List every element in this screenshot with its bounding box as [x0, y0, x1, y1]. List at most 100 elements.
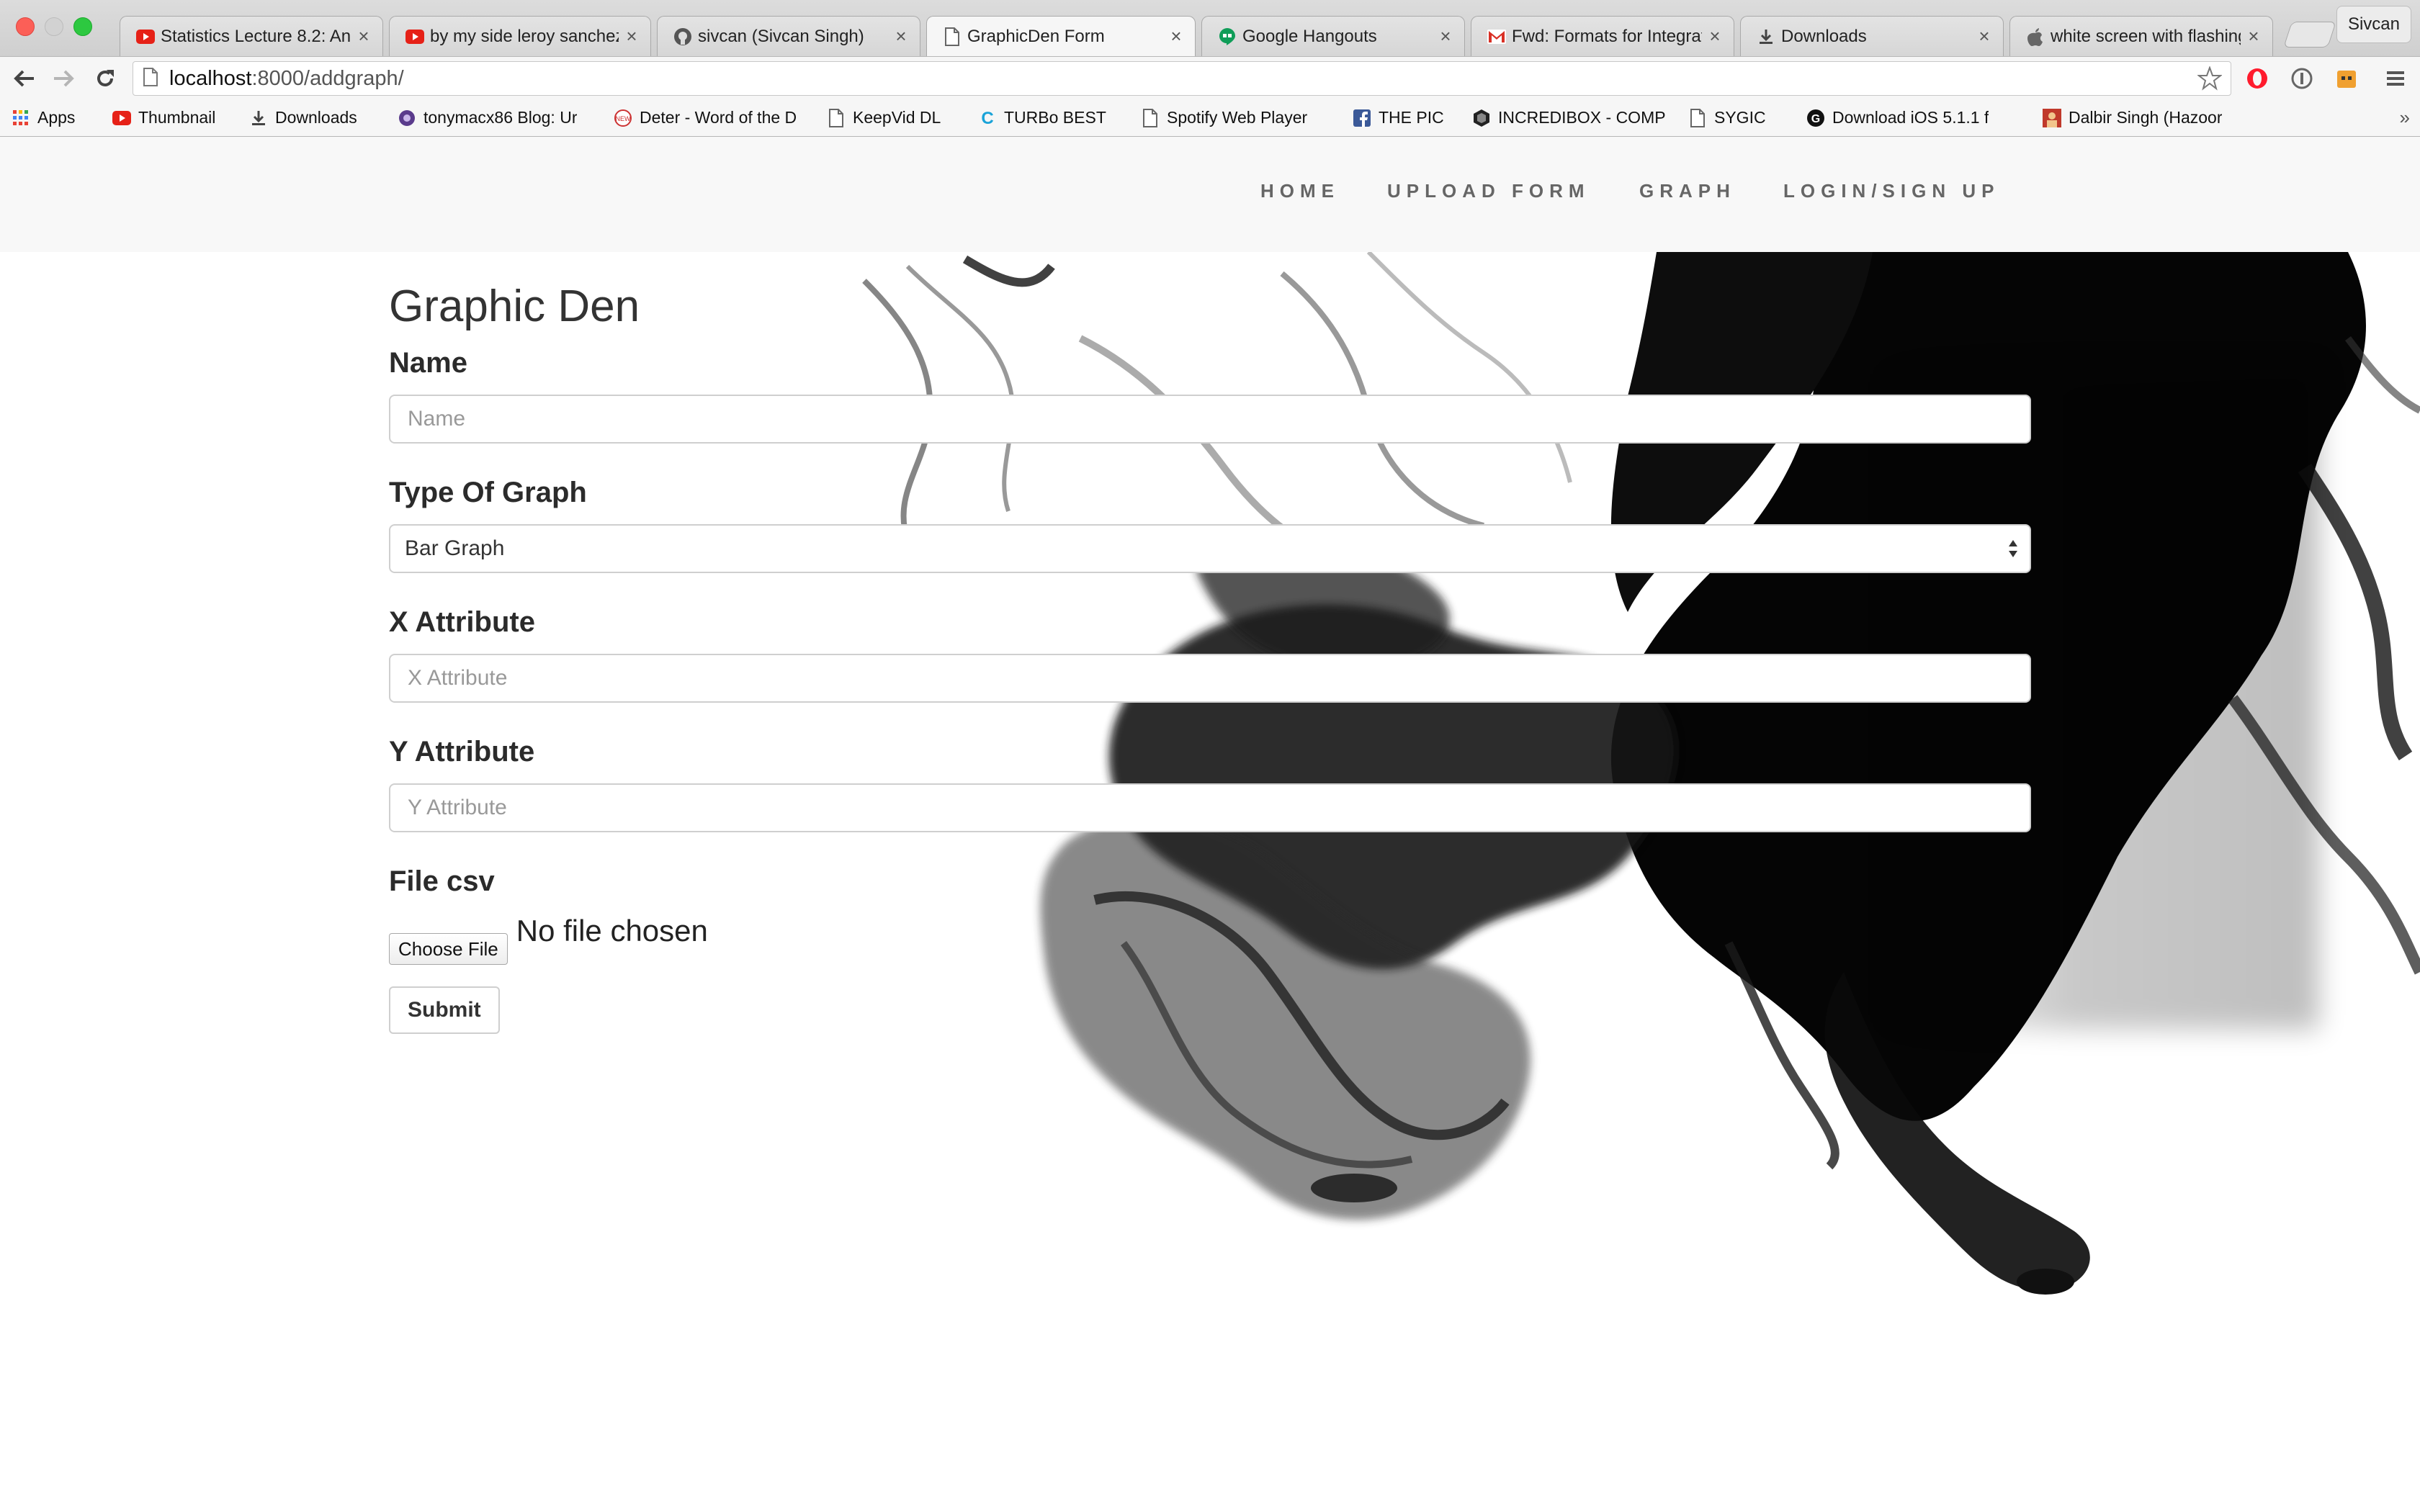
browser-tab[interactable]: Statistics Lecture 8.2: An × — [120, 16, 383, 56]
bookmarks-overflow-button[interactable]: » — [2400, 107, 2410, 129]
tab-close-icon[interactable]: × — [357, 25, 371, 48]
bookmark-spotify[interactable]: Spotify Web Player — [1141, 108, 1331, 127]
youtube-icon — [405, 27, 424, 46]
tab-close-icon[interactable]: × — [1708, 25, 1722, 48]
graph-type-select[interactable]: Bar Graph — [389, 524, 2031, 573]
tab-title: by my side leroy sanchez — [430, 26, 619, 46]
bookmark-deter[interactable]: NEW Deter - Word of the D — [614, 108, 805, 127]
choose-file-button[interactable]: Choose File — [389, 933, 508, 965]
c-logo-icon: C — [978, 109, 997, 127]
window-zoom-button[interactable] — [73, 17, 92, 36]
apps-grid-icon — [12, 109, 30, 127]
tab-close-icon[interactable]: × — [2246, 25, 2261, 48]
opera-extension-icon[interactable] — [2243, 64, 2272, 93]
y-attribute-label: Y Attribute — [389, 736, 535, 768]
nav-link-graph[interactable]: GRAPH — [1639, 180, 1736, 202]
tab-close-icon[interactable]: × — [894, 25, 908, 48]
bookmark-download-ios[interactable]: G Download iOS 5.1.1 f — [1806, 108, 2021, 127]
y-attribute-input[interactable] — [389, 783, 2031, 832]
browser-tab[interactable]: sivcan (Sivcan Singh) × — [657, 16, 920, 56]
bookmark-label: Download iOS 5.1.1 f — [1832, 108, 1989, 127]
forward-arrow-icon[interactable] — [49, 64, 78, 93]
browser-tab[interactable]: white screen with flashing × — [2009, 16, 2273, 56]
site-navbar: HOME UPLOAD FORM GRAPH LOGIN/SIGN UP — [0, 137, 2420, 252]
bookmark-sygic[interactable]: SYGIC — [1688, 108, 1785, 127]
bookmark-apps[interactable]: Apps — [12, 108, 91, 127]
name-label: Name — [389, 347, 467, 379]
bookmark-thumbnail[interactable]: Thumbnail — [112, 108, 228, 127]
bookmark-star-icon[interactable] — [2197, 66, 2223, 94]
tab-title: Fwd: Formats for Integrati — [1512, 26, 1702, 46]
tab-close-icon[interactable]: × — [1169, 25, 1183, 48]
svg-text:C: C — [981, 109, 993, 127]
select-arrows-icon — [2009, 540, 2017, 557]
tab-close-icon[interactable]: × — [1977, 25, 1991, 48]
graph-type-label: Type Of Graph — [389, 477, 587, 508]
page-icon — [1688, 108, 1707, 127]
x-attribute-label: X Attribute — [389, 606, 535, 638]
window-minimize-button[interactable] — [45, 17, 63, 36]
graph-type-selected-value: Bar Graph — [405, 536, 505, 560]
tab-title: GraphicDen Form — [967, 26, 1105, 46]
submit-button[interactable]: Submit — [389, 986, 500, 1034]
bookmark-label: tonymacx86 Blog: Ur — [424, 108, 578, 127]
password-extension-icon[interactable] — [2287, 64, 2316, 93]
new-badge-icon: NEW — [614, 109, 632, 127]
reload-icon[interactable] — [91, 64, 120, 93]
download-icon — [1757, 27, 1775, 46]
bookmark-turbo[interactable]: C TURBo BEST — [978, 108, 1119, 127]
page-icon — [827, 108, 846, 127]
bookmark-label: Deter - Word of the D — [640, 108, 797, 127]
bookmark-label: Spotify Web Player — [1167, 108, 1308, 127]
nav-link-upload-form[interactable]: UPLOAD FORM — [1387, 180, 1590, 202]
bookmark-label: KeepVid DL — [853, 108, 941, 127]
tab-title: Downloads — [1781, 26, 1867, 46]
file-status-text: No file chosen — [516, 914, 708, 948]
menu-icon[interactable] — [2381, 64, 2410, 93]
browser-tab[interactable]: Google Hangouts × — [1201, 16, 1465, 56]
browser-tab-active[interactable]: GraphicDen Form × — [926, 16, 1196, 56]
window-close-button[interactable] — [16, 17, 35, 36]
bookmark-label: Thumbnail — [138, 108, 216, 127]
bookmark-incredibox[interactable]: INCREDIBOX - COMP — [1472, 108, 1667, 127]
g-logo-icon: G — [1806, 109, 1825, 127]
browser-tab-strip: Statistics Lecture 8.2: An × by my side … — [0, 0, 2420, 56]
browser-toolbar: localhost:8000/addgraph/ — [0, 56, 2420, 99]
hangouts-icon — [1218, 27, 1237, 46]
nav-link-login-signup[interactable]: LOGIN/SIGN UP — [1783, 180, 1999, 202]
download-icon — [249, 109, 268, 127]
tab-close-icon[interactable]: × — [1438, 25, 1453, 48]
browser-tab[interactable]: Fwd: Formats for Integrati × — [1471, 16, 1734, 56]
tab-title: sivcan (Sivcan Singh) — [698, 26, 864, 46]
bookmarks-bar: Apps Thumbnail Downloads tonymacx86 Blog… — [0, 99, 2420, 137]
bookmark-label: Apps — [37, 108, 76, 127]
browser-tab[interactable]: Downloads × — [1740, 16, 2004, 56]
name-input[interactable] — [389, 395, 2031, 444]
bookmark-label: TURBo BEST — [1004, 108, 1106, 127]
back-arrow-icon[interactable] — [10, 64, 39, 93]
tab-close-icon[interactable]: × — [624, 25, 639, 48]
youtube-icon — [136, 27, 155, 46]
bookmark-tonymac[interactable]: tonymacx86 Blog: Ur — [398, 108, 592, 127]
bookmark-downloads[interactable]: Downloads — [249, 108, 376, 127]
address-bar[interactable]: localhost:8000/addgraph/ — [133, 61, 2231, 96]
file-picker: Choose File No file chosen — [389, 913, 2031, 965]
bookmark-dalbir[interactable]: Dalbir Singh (Hazoor — [2043, 108, 2244, 127]
tab-title: white screen with flashing — [2051, 26, 2241, 46]
bookmark-label: INCREDIBOX - COMP — [1498, 108, 1666, 127]
facebook-icon — [1353, 109, 1371, 127]
bookmark-label: THE PIC — [1379, 108, 1444, 127]
page-icon — [1141, 108, 1160, 127]
bookmark-the-pic[interactable]: THE PIC — [1353, 108, 1451, 127]
x-attribute-input[interactable] — [389, 654, 2031, 703]
bookmark-keepvid[interactable]: KeepVid DL — [827, 108, 956, 127]
tab-title: Google Hangouts — [1242, 26, 1377, 46]
browser-tab[interactable]: by my side leroy sanchez × — [389, 16, 651, 56]
gmail-icon — [1487, 27, 1506, 46]
url-text: localhost:8000/addgraph/ — [169, 67, 404, 91]
extension-icon[interactable] — [2332, 64, 2361, 93]
new-tab-button[interactable] — [2283, 22, 2336, 48]
graph-upload-form: Graphic Den Name Type Of Graph Bar Graph… — [389, 281, 2031, 1034]
profile-button[interactable]: Sivcan — [2336, 6, 2411, 43]
nav-link-home[interactable]: HOME — [1260, 180, 1340, 202]
